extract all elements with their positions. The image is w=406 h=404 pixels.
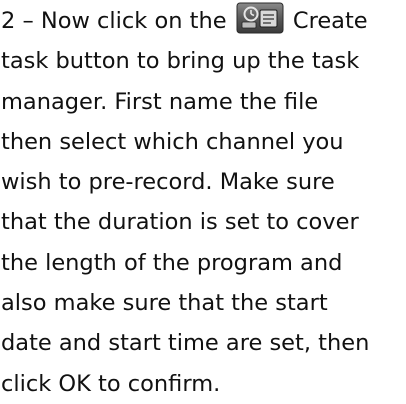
create-task-icon	[236, 2, 284, 34]
instruction-paragraph: 2 – Now click on the Create task button …	[1, 1, 405, 404]
instruction-line-3: manager. First name the file	[1, 88, 319, 115]
instruction-text-before-icon: 2 – Now click on the	[1, 8, 227, 34]
instruction-line-7: the length of the program and	[1, 249, 343, 276]
instruction-line-4: then select which channel you	[1, 128, 344, 155]
instruction-line-1: 2 – Now click on the Create	[1, 1, 405, 41]
instruction-line-6: that the duration is set to cover	[1, 209, 359, 236]
instruction-line-8: also make sure that the start	[1, 290, 328, 317]
instruction-line-10: click OK to confirm.	[1, 370, 221, 397]
instruction-line-5: wish to pre-record. Make sure	[1, 169, 335, 196]
instruction-line-9: date and start time are set, then	[1, 330, 370, 357]
instruction-line-2: task button to bring up the task	[1, 48, 360, 75]
instruction-text-after-icon: Create	[292, 8, 368, 34]
